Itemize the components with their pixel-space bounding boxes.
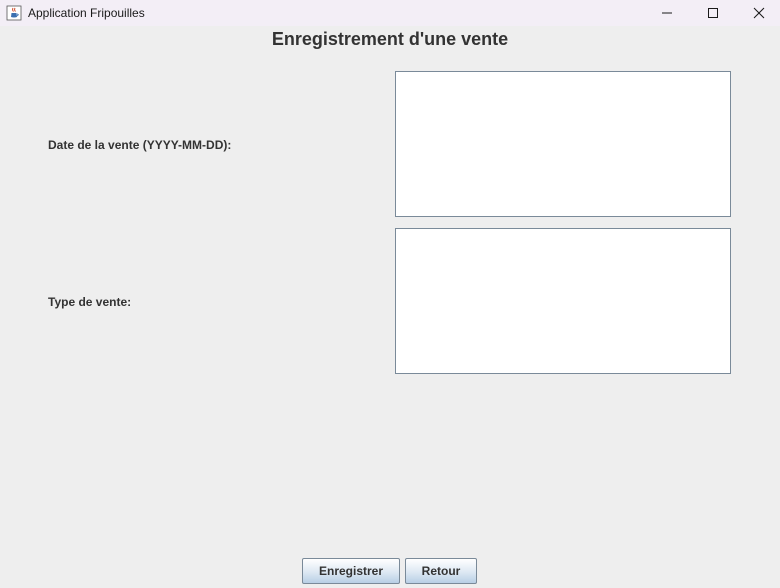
sale-date-input[interactable] <box>395 71 731 217</box>
close-icon <box>753 7 765 19</box>
window-title: Application Fripouilles <box>28 6 145 20</box>
save-button[interactable]: Enregistrer <box>302 558 400 584</box>
app-window: Application Fripouilles Enregistrement d… <box>0 0 780 588</box>
back-button[interactable]: Retour <box>405 558 477 584</box>
java-cup-icon <box>6 5 22 21</box>
minimize-icon <box>662 12 672 14</box>
sale-type-label: Type de vente: <box>48 295 132 309</box>
form-title: Enregistrement d'une vente <box>271 29 509 49</box>
window-titlebar[interactable]: Application Fripouilles <box>0 0 780 26</box>
maximize-button[interactable] <box>690 0 736 26</box>
close-button[interactable] <box>736 0 780 26</box>
sale-type-input[interactable] <box>395 228 731 374</box>
minimize-button[interactable] <box>644 0 690 26</box>
sale-date-label: Date de la vente (YYYY-MM-DD): <box>48 138 232 152</box>
maximize-icon <box>708 8 718 18</box>
